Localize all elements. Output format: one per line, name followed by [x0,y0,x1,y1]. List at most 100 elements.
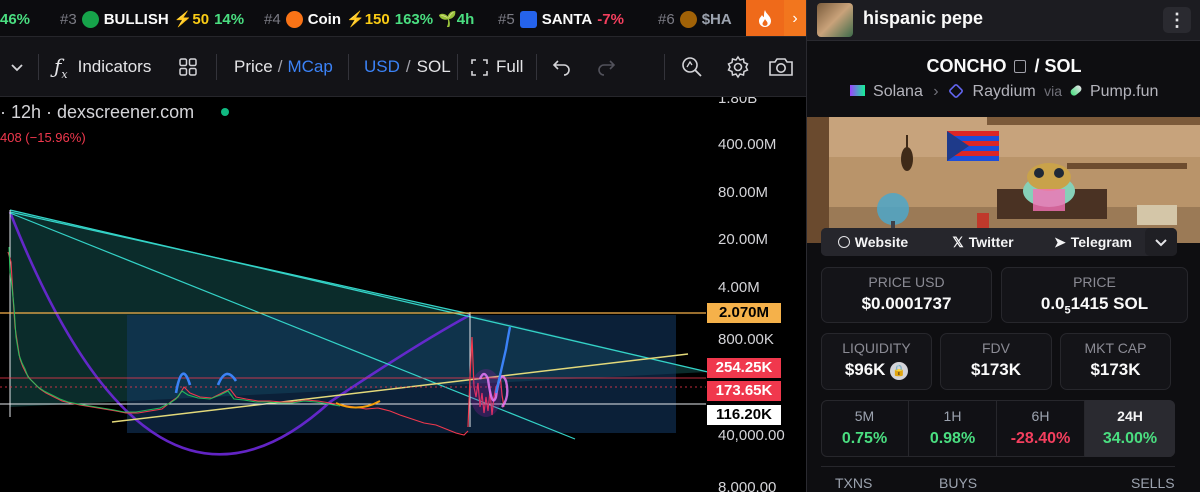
pair-quote: SOL [1044,56,1082,76]
price-chart[interactable]: · 12h · dexscreener.com 408 (−15.96%) 1.… [0,97,806,492]
more-links-chevron-down-icon[interactable] [1145,228,1177,256]
axis-label: 1.80B [718,97,758,107]
ticker-item[interactable]: #5 SANTA -7% [498,9,624,29]
layouts-icon[interactable] [178,37,198,97]
mid-price-tag: 173.65K [707,381,781,401]
ticker-item[interactable]: #6 $HA [658,9,732,29]
market-cap-card: MKT CAP $173K [1060,333,1171,390]
tab-6h[interactable]: 6H -28.40% [997,400,1085,457]
telegram-link[interactable]: ➤ Telegram [1041,228,1145,256]
sol-option: SOL [416,57,451,76]
ticker-change: 46% [0,10,31,28]
buys-label: BUYS [939,475,978,491]
axis-label: 80.00M [718,184,769,201]
token-banner-image [807,117,1200,243]
liquidity-card: LIQUIDITY $96K 🔒 [821,333,932,390]
dex-name[interactable]: Raydium [973,83,1036,100]
axis-label: 20.00M [718,231,769,248]
current-price-tag: 116.20K [707,405,781,425]
tab-24h[interactable]: 24H 34.00% [1085,400,1175,457]
sells-label: SELLS [1131,475,1175,491]
camera-icon[interactable] [768,37,794,97]
indicators-button[interactable]: ƒx Indicators [54,37,151,97]
ticker-item[interactable]: #4 Coin ⚡150 163% 🌱4h [264,9,474,29]
ticker-rank: #4 [264,10,281,28]
chain-breadcrumb: Solana › Raydium via Pump.fun [807,83,1200,101]
token-header: hispanic pepe ⋮ [807,0,1200,41]
more-options-icon[interactable]: ⋮ [1163,7,1191,33]
tab-5m[interactable]: 5M 0.75% [821,400,909,457]
undo-icon[interactable] [552,37,572,97]
zoom-search-icon[interactable] [680,37,704,97]
full-label: Full [496,57,524,76]
solana-icon [849,85,865,96]
twitter-link[interactable]: 𝕏 Twitter [931,228,1035,256]
settings-gear-icon[interactable] [726,37,750,97]
resistance-price-tag: 2.070M [707,303,781,323]
token-panel: hispanic pepe ⋮ CONCHO / SOL Solana › Ra… [806,0,1200,492]
indicators-label: Indicators [77,57,152,76]
ticker-boost: ⚡50 [173,11,210,28]
price-mcap-toggle[interactable]: Price / MCap [234,37,333,97]
ticker-rank: #6 [658,10,675,28]
chain-name[interactable]: Solana [873,83,923,100]
ticker-change: 163% [394,10,434,28]
fdv-value: $173K [970,360,1022,379]
fire-icon [746,0,784,36]
toolbar-divider [536,54,537,80]
tab-1h[interactable]: 1H 0.98% [909,400,997,457]
axis-label: 400.00M [718,136,777,153]
ha-token-icon [679,10,697,28]
axis-label: 4.00M [718,279,760,296]
toolbar-divider [348,54,349,80]
trending-button[interactable]: › [746,0,806,36]
fdv-label: FDV [982,340,1010,356]
liquidity-label: LIQUIDITY [842,340,911,356]
ticker-item[interactable]: #3 BULLISH ⚡50 14% [60,9,244,29]
market-cap-label: MKT CAP [1084,340,1147,356]
pair-base: CONCHO [926,56,1007,76]
ticker-boost: ⚡150 [346,11,390,28]
ticker-rank: #5 [498,10,515,28]
axis-label: 40,000.00 [718,427,785,444]
chevron-down-icon[interactable] [10,37,24,97]
price-usd-card: PRICE USD $0.0001737 [821,267,992,323]
ticker-item[interactable]: 46% [0,9,30,29]
token-avatar [817,3,853,37]
website-link[interactable]: Website [821,228,925,256]
trending-ticker: 46% #3 BULLISH ⚡50 14% #4 Coin ⚡150 163%… [0,0,806,37]
ticker-rank: #3 [60,10,77,28]
currency-toggle[interactable]: USD / SOL [364,37,451,97]
toolbar-divider [664,54,665,80]
globe-icon [837,236,850,248]
fdv-card: FDV $173K [940,333,1052,390]
price-usd-label: PRICE USD [868,274,945,290]
chevron-right-icon: › [933,83,939,100]
axis-label: 8,000.00 [718,479,777,492]
toolbar-divider [38,54,39,80]
ticker-name: $HA [701,10,732,28]
upper-price-tag: 254.25K [707,358,781,378]
mcap-option: MCap [287,57,333,76]
pill-icon [1069,83,1084,98]
price-option: Price [234,57,273,76]
chart-toolbar: ƒx Indicators Price / MCap USD / SOL Ful… [0,37,806,97]
copy-icon[interactable] [1014,60,1027,73]
pair-title: CONCHO / SOL [926,56,1082,76]
telegram-icon: ➤ [1054,234,1066,250]
txns-label: TXNS [835,475,873,491]
launchpad-name[interactable]: Pump.fun [1090,83,1158,100]
function-icon: ƒx [54,53,68,81]
price-sol-value: 0.051415 SOL [1040,294,1149,317]
ticker-change: 14% [214,10,245,28]
toolbar-divider [457,54,458,80]
bullish-token-icon [81,10,99,28]
fullscreen-icon [471,58,488,76]
price-sol-card: PRICE 0.051415 SOL [1001,267,1188,323]
axis-label: 800.00K [718,331,774,348]
fullscreen-button[interactable]: Full [470,37,523,97]
market-cap-value: $173K [1090,360,1141,379]
ticker-change: -7% [597,10,624,28]
toolbar-divider [216,54,217,80]
redo-icon[interactable] [596,37,616,97]
